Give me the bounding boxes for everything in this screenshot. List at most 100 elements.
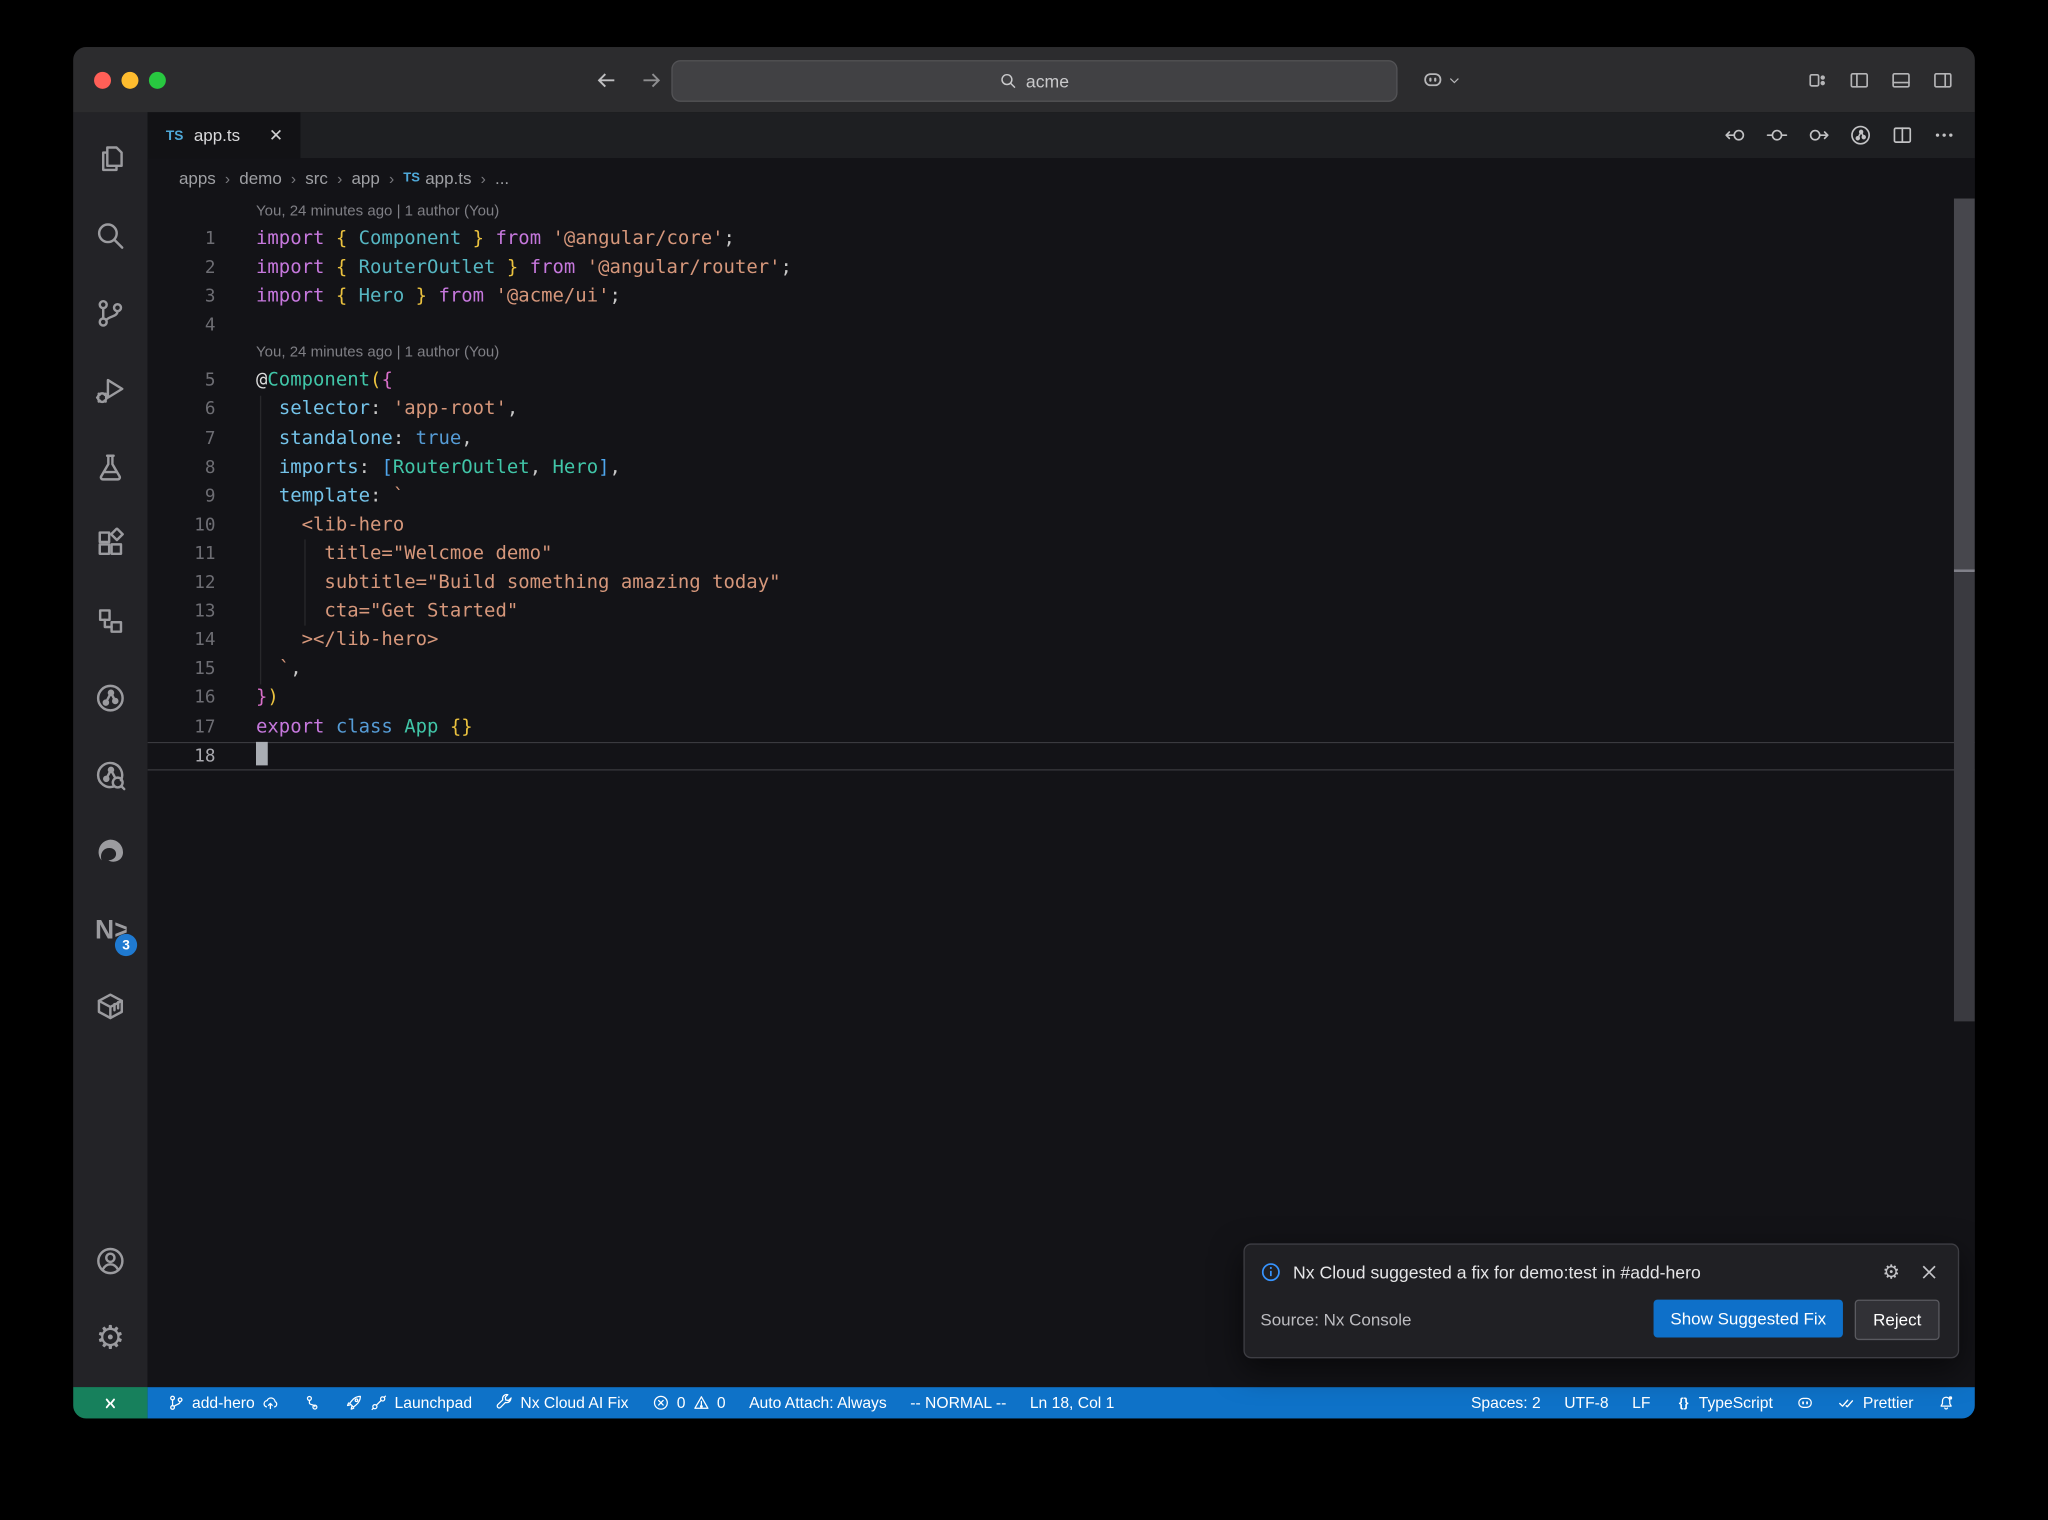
line-number: 16 — [194, 687, 216, 709]
activity-item-extensions[interactable] — [73, 505, 147, 582]
code-line-11: 11 title="Welcmoe demo" — [148, 539, 1975, 568]
status-scm-graph[interactable] — [291, 1394, 333, 1412]
search-value: acme — [1025, 71, 1070, 91]
status-encoding[interactable]: UTF-8 — [1552, 1394, 1620, 1412]
copilot-menu[interactable] — [1421, 68, 1461, 92]
reject-button[interactable]: Reject — [1854, 1299, 1940, 1341]
line-number: 14 — [194, 629, 216, 651]
line-number: 3 — [204, 286, 216, 308]
line-number: 2 — [204, 257, 216, 279]
svg-text:{}: {} — [1678, 1396, 1688, 1410]
breadcrumb-item-app-ts[interactable]: TS app.ts — [403, 168, 471, 188]
git-blame-annotation: You, 24 minutes ago | 1 author (You) — [255, 345, 500, 361]
activity-item-run-debug[interactable] — [73, 351, 147, 428]
zoom-window-button[interactable] — [148, 71, 166, 89]
scrollbar-thumb[interactable] — [1953, 198, 1975, 571]
status-vim-mode[interactable]: -- NORMAL -- — [899, 1394, 1019, 1412]
line-number: 17 — [194, 716, 216, 738]
status-nx-cloud-ai-fix[interactable]: Nx Cloud AI Fix — [484, 1394, 640, 1412]
line-number: 18 — [194, 745, 216, 767]
info-icon — [1260, 1262, 1281, 1283]
code-line-17: 17 export class App {} — [148, 712, 1975, 741]
line-number: 15 — [194, 658, 216, 680]
code-line-18: 18 — [148, 741, 1975, 770]
toggle-panel-icon[interactable] — [1890, 69, 1912, 91]
show-suggested-fix-button[interactable]: Show Suggested Fix — [1653, 1299, 1844, 1338]
line-number: 4 — [204, 315, 216, 337]
line-number: 12 — [194, 572, 216, 594]
status-cursor-position[interactable]: Ln 18, Col 1 — [1018, 1394, 1126, 1412]
commit-graph-icon — [303, 1394, 321, 1412]
main-area: N> 3 ⚙ TS app.ts ✕ apps › demo › src › app › TS ap… — [73, 112, 1975, 1388]
command-center-search[interactable]: acme — [671, 60, 1398, 102]
status-launchpad[interactable]: Launchpad — [333, 1394, 484, 1412]
project-structure-icon — [94, 605, 127, 638]
code-line-16: 16}) — [148, 684, 1975, 713]
activity-item-nx-cloud[interactable] — [73, 660, 147, 737]
status-git-branch[interactable]: add-hero — [155, 1394, 291, 1412]
more-actions-icon[interactable] — [1933, 124, 1955, 146]
activity-item-project-structure[interactable] — [73, 583, 147, 660]
activity-item-containers[interactable] — [73, 968, 147, 1045]
plug-icon — [370, 1394, 388, 1412]
line-number: 8 — [204, 456, 216, 478]
breadcrumb-item-app[interactable]: app — [351, 168, 379, 188]
status-notifications[interactable] — [1925, 1394, 1967, 1412]
text-cursor — [255, 741, 268, 765]
status-bar: add-hero Launchpad Nx Cloud AI Fix 0 0 Auto A… — [73, 1387, 1975, 1419]
back-arrow-icon[interactable] — [596, 69, 618, 91]
vscode-window: acme N> 3 ⚙ TS app.ts ✕ apps › demo › sr… — [73, 47, 1975, 1419]
nav-forward-icon[interactable] — [1808, 124, 1830, 146]
status-eol[interactable]: LF — [1620, 1394, 1662, 1412]
remote-indicator[interactable] — [73, 1387, 148, 1419]
activity-item-explorer[interactable] — [73, 120, 147, 197]
close-window-button[interactable] — [94, 71, 112, 89]
breadcrumb-item--[interactable]: ... — [495, 168, 509, 188]
minimize-window-button[interactable] — [121, 71, 139, 89]
activity-item-source-control[interactable] — [73, 274, 147, 351]
nav-outline-icon[interactable] — [1766, 124, 1788, 146]
toast-settings-gear-icon[interactable]: ⚙ — [1881, 1262, 1902, 1283]
activity-item-testing[interactable] — [73, 428, 147, 505]
status-copilot-status[interactable] — [1785, 1394, 1827, 1412]
toggle-primary-sidebar-icon[interactable] — [1848, 69, 1870, 91]
nx-run-target-icon[interactable] — [1849, 124, 1871, 146]
code-line-5: 5 @Component({ — [148, 366, 1975, 395]
nav-back-icon[interactable] — [1724, 124, 1746, 146]
forward-arrow-icon[interactable] — [640, 69, 662, 91]
toggle-secondary-sidebar-icon[interactable] — [1932, 69, 1954, 91]
error-icon — [652, 1394, 670, 1412]
activity-item-settings[interactable]: ⚙ — [73, 1300, 147, 1377]
activity-item-nx-project-details[interactable] — [73, 737, 147, 814]
notification-toast: Nx Cloud suggested a fix for demo:test i… — [1243, 1243, 1960, 1359]
line-number: 9 — [204, 485, 216, 507]
customize-layout-icon[interactable] — [1806, 69, 1828, 91]
editor-scrollbar[interactable] — [1953, 198, 1975, 1388]
remote-icon — [101, 1393, 121, 1413]
status-formatter[interactable]: Prettier — [1826, 1394, 1925, 1412]
status-language[interactable]: {} TypeScript — [1662, 1394, 1784, 1412]
activity-item-accounts[interactable] — [73, 1223, 147, 1300]
activity-item-search[interactable] — [73, 197, 147, 274]
explorer-icon — [94, 142, 127, 175]
svg-text:⚙: ⚙ — [96, 1322, 125, 1355]
toast-close-icon[interactable] — [1919, 1262, 1940, 1283]
scrollbar-thumb-lower[interactable] — [1953, 572, 1975, 1022]
breadcrumb: apps › demo › src › app › TS app.ts ›... — [148, 158, 1975, 198]
status-auto-attach[interactable]: Auto Attach: Always — [737, 1394, 898, 1412]
code-editor[interactable]: You, 24 minutes ago | 1 author (You) 1 imp… — [148, 198, 1975, 1388]
breadcrumb-item-apps[interactable]: apps — [179, 168, 216, 188]
split-editor-icon[interactable] — [1891, 124, 1913, 146]
tab-app-ts[interactable]: TS app.ts ✕ — [147, 112, 301, 159]
double-check-icon — [1838, 1394, 1856, 1412]
breadcrumb-item-src[interactable]: src — [305, 168, 328, 188]
breadcrumb-separator: › — [388, 169, 395, 188]
activity-item-edge-browser[interactable] — [73, 814, 147, 891]
git-blame-annotation: You, 24 minutes ago | 1 author (You) — [255, 203, 500, 220]
status-problems[interactable]: 00 — [640, 1394, 737, 1412]
tab-close-icon[interactable]: ✕ — [269, 125, 283, 146]
breadcrumb-item-demo[interactable]: demo — [239, 168, 281, 188]
activity-item-nx-console[interactable]: N> 3 — [73, 891, 147, 968]
breadcrumb-separator: › — [337, 169, 343, 188]
status-indentation[interactable]: Spaces: 2 — [1459, 1394, 1552, 1412]
